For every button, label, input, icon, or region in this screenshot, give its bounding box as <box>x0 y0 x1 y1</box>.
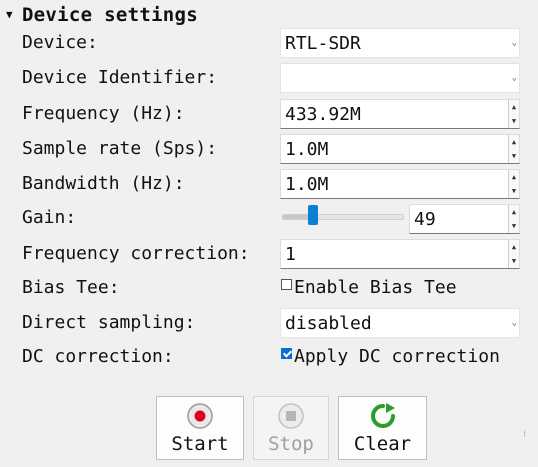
stop-button[interactable]: Stop <box>253 396 329 460</box>
start-button-label: Start <box>171 433 229 455</box>
gain-slider-handle[interactable] <box>307 205 318 225</box>
chevron-down-icon: ⌄ <box>511 73 517 83</box>
spin-down-icon[interactable]: ▼ <box>509 149 519 163</box>
frequency-label: Frequency (Hz): <box>22 103 185 124</box>
chevron-down-icon: ⌄ <box>511 38 517 48</box>
dc-correction-checkbox-row[interactable]: Apply DC correction <box>281 340 521 374</box>
direct-sampling-label: Direct sampling: <box>22 312 196 333</box>
device-identifier-combo[interactable]: ⌄ <box>280 63 520 93</box>
refresh-icon <box>370 403 395 428</box>
device-label: Device: <box>22 32 98 53</box>
chevron-down-icon: ⌄ <box>511 318 517 328</box>
sample-rate-spinbox[interactable]: 1.0M ▲ ▼ <box>280 134 520 164</box>
sample-rate-value: 1.0M <box>285 139 329 160</box>
frequency-correction-spinbox[interactable]: 1 ▲ ▼ <box>280 239 520 269</box>
gain-spinbox[interactable]: 49 ▲ ▼ <box>409 204 520 234</box>
frequency-correction-label: Frequency correction: <box>22 243 250 264</box>
bandwidth-spinbox[interactable]: 1.0M ▲ ▼ <box>280 169 520 199</box>
gain-value: 49 <box>414 209 436 230</box>
spin-down-icon[interactable]: ▼ <box>509 114 519 128</box>
bias-tee-checkbox-row[interactable]: Enable Bias Tee <box>281 271 457 305</box>
frequency-stepper[interactable]: ▲ ▼ <box>508 100 519 128</box>
sample-rate-label: Sample rate (Sps): <box>22 138 218 159</box>
spin-up-icon[interactable]: ▲ <box>509 135 519 149</box>
direct-sampling-combo[interactable]: disabled ⌄ <box>280 308 520 338</box>
gain-stepper[interactable]: ▲ ▼ <box>508 205 519 233</box>
resize-grip-icon[interactable]: ⁞ <box>522 430 527 440</box>
dc-correction-checkbox[interactable] <box>281 348 292 359</box>
bias-tee-checkbox-label[interactable]: Enable Bias Tee <box>294 277 457 298</box>
start-button[interactable]: Start <box>156 396 244 460</box>
spin-up-icon[interactable]: ▲ <box>509 240 519 254</box>
spin-down-icon[interactable]: ▼ <box>509 219 519 233</box>
stop-button-label: Stop <box>268 433 314 455</box>
bandwidth-value: 1.0M <box>285 174 329 195</box>
device-identifier-label: Device Identifier: <box>22 67 218 88</box>
spin-up-icon[interactable]: ▲ <box>509 100 519 114</box>
frequency-correction-value: 1 <box>285 244 296 265</box>
clear-button-label: Clear <box>353 433 412 455</box>
dc-correction-checkbox-label[interactable]: Apply DC correction <box>294 346 500 367</box>
spin-up-icon[interactable]: ▲ <box>509 205 519 219</box>
frequency-correction-stepper[interactable]: ▲ ▼ <box>508 240 519 268</box>
clear-button[interactable]: Clear <box>338 396 427 460</box>
bias-tee-label: Bias Tee: <box>22 277 120 298</box>
frequency-value: 433.92M <box>285 104 361 125</box>
sample-rate-stepper[interactable]: ▲ ▼ <box>508 135 519 163</box>
spin-down-icon[interactable]: ▼ <box>509 184 519 198</box>
stop-icon <box>278 403 304 429</box>
section-header[interactable]: ▼ Device settings <box>6 4 198 26</box>
bandwidth-stepper[interactable]: ▲ ▼ <box>508 170 519 198</box>
direct-sampling-value: disabled <box>285 313 372 334</box>
frequency-spinbox[interactable]: 433.92M ▲ ▼ <box>280 99 520 129</box>
spin-up-icon[interactable]: ▲ <box>509 170 519 184</box>
device-settings-panel: ▼ Device settings Device: RTL-SDR ⌄ Devic… <box>0 0 538 467</box>
bandwidth-label: Bandwidth (Hz): <box>22 173 185 194</box>
spin-down-icon[interactable]: ▼ <box>509 254 519 268</box>
gain-label: Gain: <box>22 207 77 228</box>
device-value: RTL-SDR <box>285 33 361 54</box>
collapse-arrow-icon[interactable]: ▼ <box>6 8 13 21</box>
dc-correction-label: DC correction: <box>22 346 174 367</box>
section-title: Device settings <box>21 4 199 26</box>
gain-slider[interactable] <box>282 214 404 220</box>
device-combo[interactable]: RTL-SDR ⌄ <box>280 28 520 58</box>
bias-tee-checkbox[interactable] <box>281 279 292 290</box>
record-icon <box>187 403 213 429</box>
